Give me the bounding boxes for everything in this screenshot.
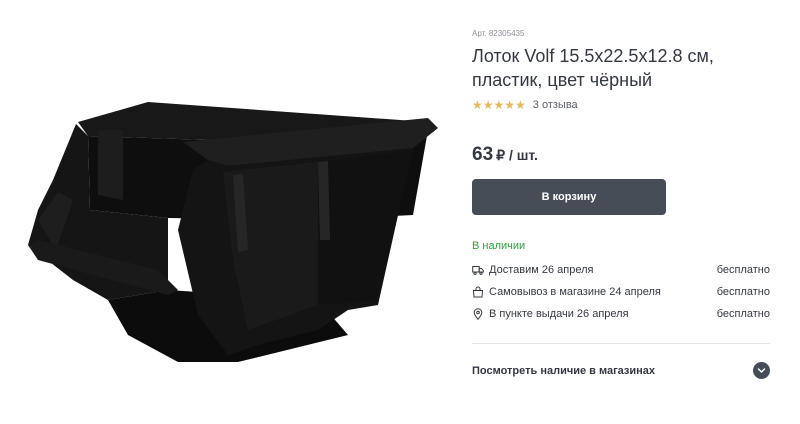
article-number: Арт. 82305435 [472, 29, 525, 38]
add-to-cart-button[interactable]: В корзину [472, 179, 666, 215]
delivery-row-point: В пункте выдачи 26 апреля бесплатно [472, 303, 770, 325]
product-title: Лоток Volf 15.5x22.5x12.8 см, пластик, ц… [472, 46, 714, 90]
chevron-down-icon[interactable] [753, 362, 770, 379]
pickup-point-price: бесплатно [716, 308, 770, 320]
delivery-label: Доставим 26 апреля [489, 264, 594, 276]
delivery-price: бесплатно [716, 264, 770, 276]
location-pin-icon [472, 308, 484, 320]
rating-stars: ★★★★★ [472, 98, 526, 112]
pickup-price: бесплатно [716, 286, 770, 298]
delivery-row-pickup: Самовывоз в магазине 24 апреля бесплатно [472, 281, 770, 303]
reviews-link[interactable]: 3 отзыва [533, 99, 578, 111]
product-image [18, 100, 440, 365]
pickup-point-label: В пункте выдачи 26 апреля [489, 308, 629, 320]
pickup-label: Самовывоз в магазине 24 апреля [489, 286, 661, 298]
delivery-row-courier: Доставим 26 апреля бесплатно [472, 259, 770, 281]
delivery-options: Доставим 26 апреля бесплатно Самовывоз в… [472, 259, 770, 325]
price-value: 63 [472, 144, 494, 165]
rating[interactable]: ★★★★★ 3 отзыва [472, 98, 578, 112]
price: 63 ₽ / шт. [472, 144, 538, 166]
divider [472, 343, 770, 344]
price-unit: ₽ / шт. [496, 147, 538, 163]
store-availability-toggle[interactable]: Посмотреть наличие в магазинах [472, 355, 770, 387]
stock-status: В наличии [472, 240, 526, 252]
truck-icon [472, 264, 484, 276]
bag-icon [472, 286, 484, 298]
store-availability-label[interactable]: Посмотреть наличие в магазинах [472, 365, 655, 377]
